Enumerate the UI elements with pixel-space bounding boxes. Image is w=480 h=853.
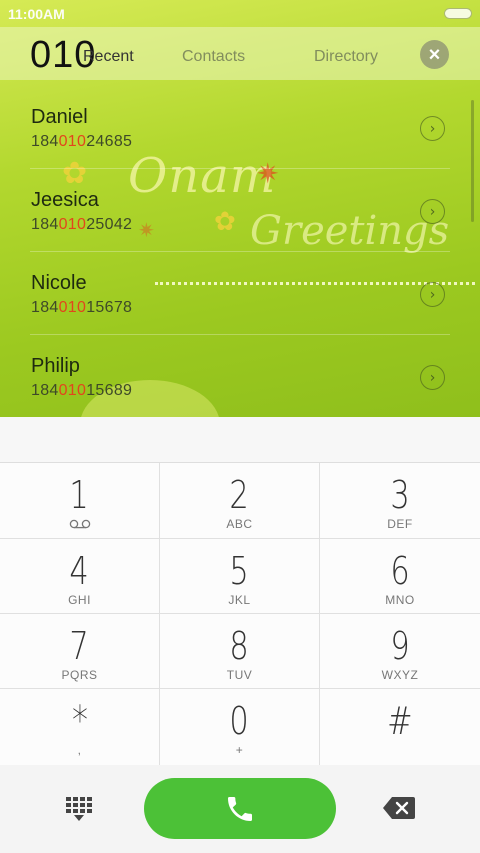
key-8[interactable]: 8 TUV [160, 614, 320, 689]
key-star[interactable]: * , [0, 689, 160, 766]
backspace-icon[interactable] [383, 797, 415, 819]
contact-number: 18401024685 [31, 133, 133, 150]
key-digit: 9 [390, 624, 410, 668]
key-digit: 2 [229, 473, 250, 517]
key-digit: 4 [69, 549, 90, 593]
list-item[interactable]: Nicole 18401015678 › [0, 252, 480, 335]
tab-contacts[interactable]: Contacts [182, 48, 245, 66]
status-time: 11:00AM [8, 5, 65, 22]
contact-number: 18401025042 [31, 216, 133, 233]
contact-number: 18401015689 [31, 382, 133, 399]
clear-icon[interactable]: × [420, 40, 449, 69]
key-digit: # [387, 699, 413, 743]
key-hash[interactable]: # [320, 689, 480, 766]
dialer-header: 010 Recent Contacts Directory × [0, 27, 480, 80]
phone-icon [228, 796, 252, 821]
contact-name: Daniel [31, 106, 88, 128]
list-item[interactable]: Philip 18401015689 › [0, 335, 480, 418]
key-digit: 6 [390, 549, 410, 593]
key-4[interactable]: 4 GHI [0, 539, 160, 614]
key-letters: ABC [226, 517, 253, 531]
key-letters: , [77, 743, 82, 757]
dialpad-icon[interactable] [66, 797, 92, 821]
key-digit: * [71, 698, 88, 744]
key-3[interactable]: 3 DEF [320, 463, 480, 539]
key-letters: WXYZ [381, 668, 419, 682]
key-letters: + [235, 743, 244, 757]
key-digit: 5 [229, 549, 250, 593]
key-6[interactable]: 6 MNO [320, 539, 480, 614]
dial-keypad: 1 2 ABC 3 DEF 4 GHI 5 JKL 6 MNO 7 PQRS 8… [0, 462, 480, 766]
key-1[interactable]: 1 [0, 463, 160, 539]
matched-digits: 010 [58, 216, 87, 233]
status-bar: 11:00AM [0, 0, 480, 27]
contact-name: Philip [31, 355, 80, 377]
voicemail-icon [69, 519, 90, 529]
matched-digits: 010 [58, 382, 87, 399]
key-letters: JKL [228, 593, 251, 607]
key-2[interactable]: 2 ABC [160, 463, 320, 539]
battery-icon [444, 8, 472, 19]
key-digit: 3 [390, 473, 410, 517]
call-button[interactable] [144, 778, 336, 839]
key-digit: 1 [69, 473, 90, 517]
key-0[interactable]: 0 + [160, 689, 320, 766]
contact-name: Nicole [31, 272, 87, 294]
search-results-list: Daniel 18401024685 › Jeesica 18401025042… [0, 86, 480, 417]
contact-name: Jeesica [31, 189, 99, 211]
key-7[interactable]: 7 PQRS [0, 614, 160, 689]
chevron-right-icon[interactable]: › [420, 199, 445, 224]
list-item[interactable]: Daniel 18401024685 › [0, 86, 480, 169]
key-digit: 7 [69, 624, 90, 668]
list-item[interactable]: Jeesica 18401025042 › [0, 169, 480, 252]
matched-digits: 010 [58, 299, 87, 316]
matched-digits: 010 [58, 133, 87, 150]
tab-recent[interactable]: Recent [83, 48, 134, 66]
key-digit: 8 [229, 624, 250, 668]
contact-number: 18401015678 [31, 299, 133, 316]
tab-directory[interactable]: Directory [314, 48, 378, 66]
chevron-right-icon[interactable]: › [420, 116, 445, 141]
key-digit: 0 [229, 699, 250, 743]
key-letters: TUV [226, 668, 253, 682]
key-letters: DEF [387, 517, 413, 531]
list-gap [0, 417, 480, 462]
action-bar [0, 765, 480, 853]
scrollbar[interactable] [471, 100, 474, 222]
key-letters: MNO [385, 593, 415, 607]
key-5[interactable]: 5 JKL [160, 539, 320, 614]
chevron-right-icon[interactable]: › [420, 282, 445, 307]
key-letters: GHI [68, 593, 91, 607]
key-letters: PQRS [61, 668, 98, 682]
key-9[interactable]: 9 WXYZ [320, 614, 480, 689]
chevron-right-icon[interactable]: › [420, 365, 445, 390]
